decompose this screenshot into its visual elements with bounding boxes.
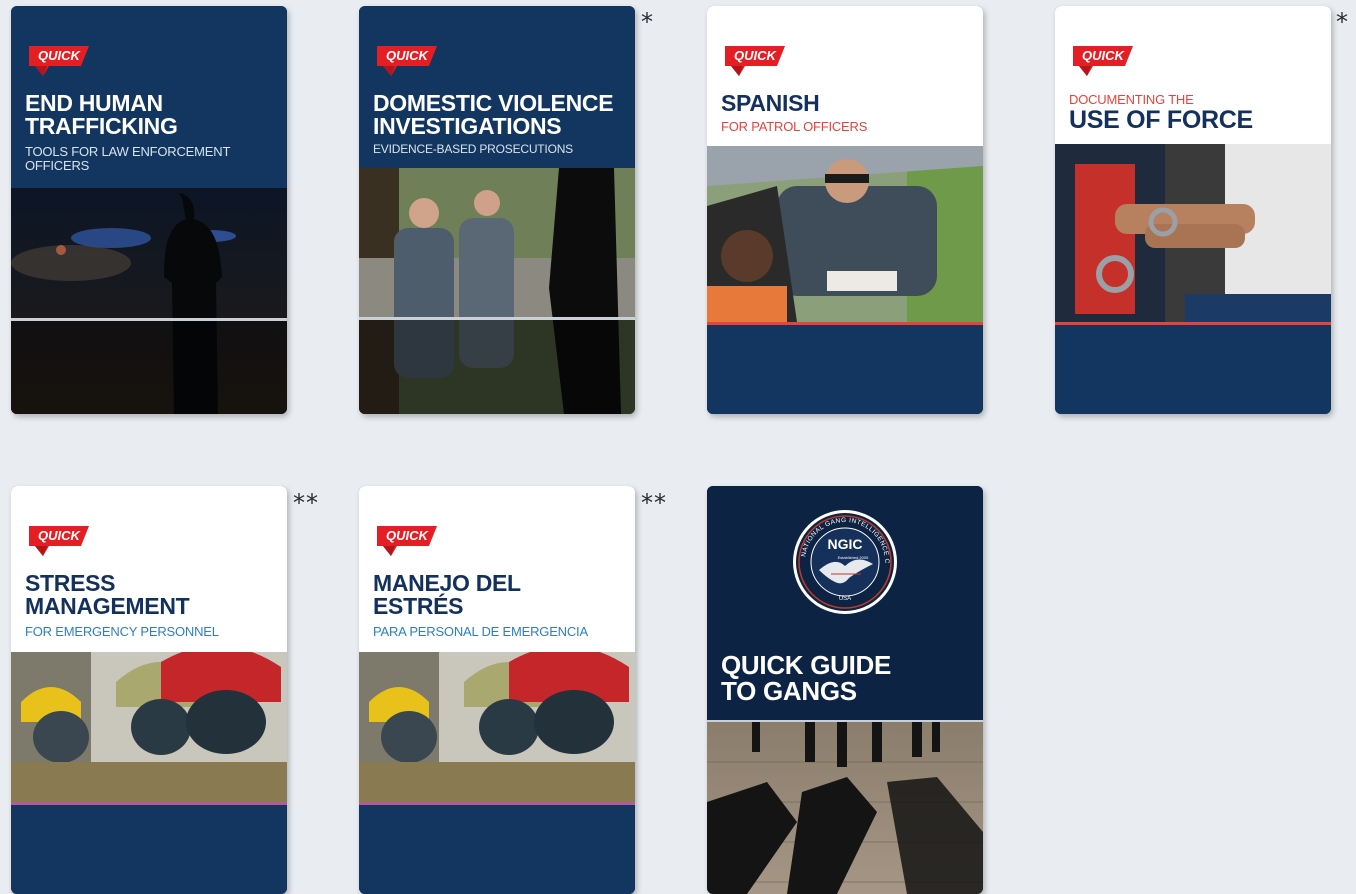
book-manejo-del-estres[interactable]: QUICK MANEJO DEL ESTRÉS PARA PERSONAL DE… — [359, 486, 635, 894]
book-subtitle: TOOLS FOR LAW ENFORCEMENT OFFICERS — [25, 144, 231, 173]
svg-text:QUICK: QUICK — [734, 48, 778, 63]
quick-series-logo: QUICK — [377, 526, 437, 556]
ngic-seal: NATIONAL GANG INTELLIGENCE CENTER NGIC E… — [791, 508, 897, 614]
book-subtitle: FOR EMERGENCY PERSONNEL — [25, 624, 219, 639]
svg-text:QUICK: QUICK — [386, 528, 430, 543]
quick-series-logo: QUICK — [377, 46, 437, 76]
book-pretitle: DOCUMENTING THE — [1069, 92, 1194, 107]
book-title: MANEJO DEL ESTRÉS — [373, 570, 521, 619]
book-subtitle: FOR PATROL OFFICERS — [721, 119, 868, 134]
svg-text:QUICK: QUICK — [386, 48, 430, 63]
book-title: SPANISH — [721, 90, 820, 116]
cover-photo-officers — [359, 168, 635, 414]
book-end-human-trafficking[interactable]: QUICK END HUMAN TRAFFICKING TOOLS FOR LA… — [11, 6, 287, 414]
book-use-of-force[interactable]: QUICK DOCUMENTING THE USE OF FORCE — [1055, 6, 1331, 414]
cover-photo-firefighters — [11, 652, 287, 802]
availability-marker: * — [1336, 8, 1349, 36]
book-title: USE OF FORCE — [1069, 106, 1253, 134]
cover-photo-firefighters — [359, 652, 635, 802]
svg-text:USA: USA — [839, 596, 851, 602]
cover-photo-traffic-stop — [707, 146, 983, 322]
svg-text:QUICK: QUICK — [38, 48, 82, 63]
book-domestic-violence-investigations[interactable]: QUICK DOMESTIC VIOLENCE INVESTIGATIONS E… — [359, 6, 635, 414]
quick-series-logo: QUICK — [1073, 46, 1133, 76]
svg-text:QUICK: QUICK — [1082, 48, 1126, 63]
book-title: STRESS MANAGEMENT — [25, 570, 190, 619]
cover-footer — [359, 805, 635, 894]
svg-text:Established 2005: Established 2005 — [838, 555, 869, 560]
availability-marker: * — [641, 8, 654, 36]
quick-series-logo: QUICK — [725, 46, 785, 76]
cover-photo-shadows — [707, 722, 983, 894]
svg-text:QUICK: QUICK — [38, 528, 82, 543]
book-title: END HUMAN TRAFFICKING — [25, 90, 178, 139]
book-title: QUICK GUIDE TO GANGS — [721, 650, 892, 706]
book-subtitle: PARA PERSONAL DE EMERGENCIA — [373, 624, 588, 639]
cover-footer — [707, 325, 983, 414]
book-title: DOMESTIC VIOLENCE INVESTIGATIONS — [373, 90, 614, 139]
book-stress-management[interactable]: QUICK STRESS MANAGEMENT FOR EMERGENCY PE… — [11, 486, 287, 894]
cover-photo-handcuffs — [1055, 144, 1331, 322]
availability-marker: ** — [641, 489, 667, 517]
availability-marker: ** — [293, 489, 319, 517]
cover-footer — [11, 805, 287, 894]
book-spanish-patrol-officers[interactable]: QUICK SPANISH FOR PATROL OFFICERS — [707, 6, 983, 414]
cover-photo-night-road — [11, 188, 287, 414]
cover-footer — [1055, 325, 1331, 414]
quick-series-logo: QUICK — [29, 526, 89, 556]
quick-series-logo: QUICK — [29, 46, 89, 76]
book-quick-guide-to-gangs[interactable]: NATIONAL GANG INTELLIGENCE CENTER NGIC E… — [707, 486, 983, 894]
book-subtitle: EVIDENCE-BASED PROSECUTIONS — [373, 142, 573, 156]
svg-text:NGIC: NGIC — [828, 536, 863, 552]
